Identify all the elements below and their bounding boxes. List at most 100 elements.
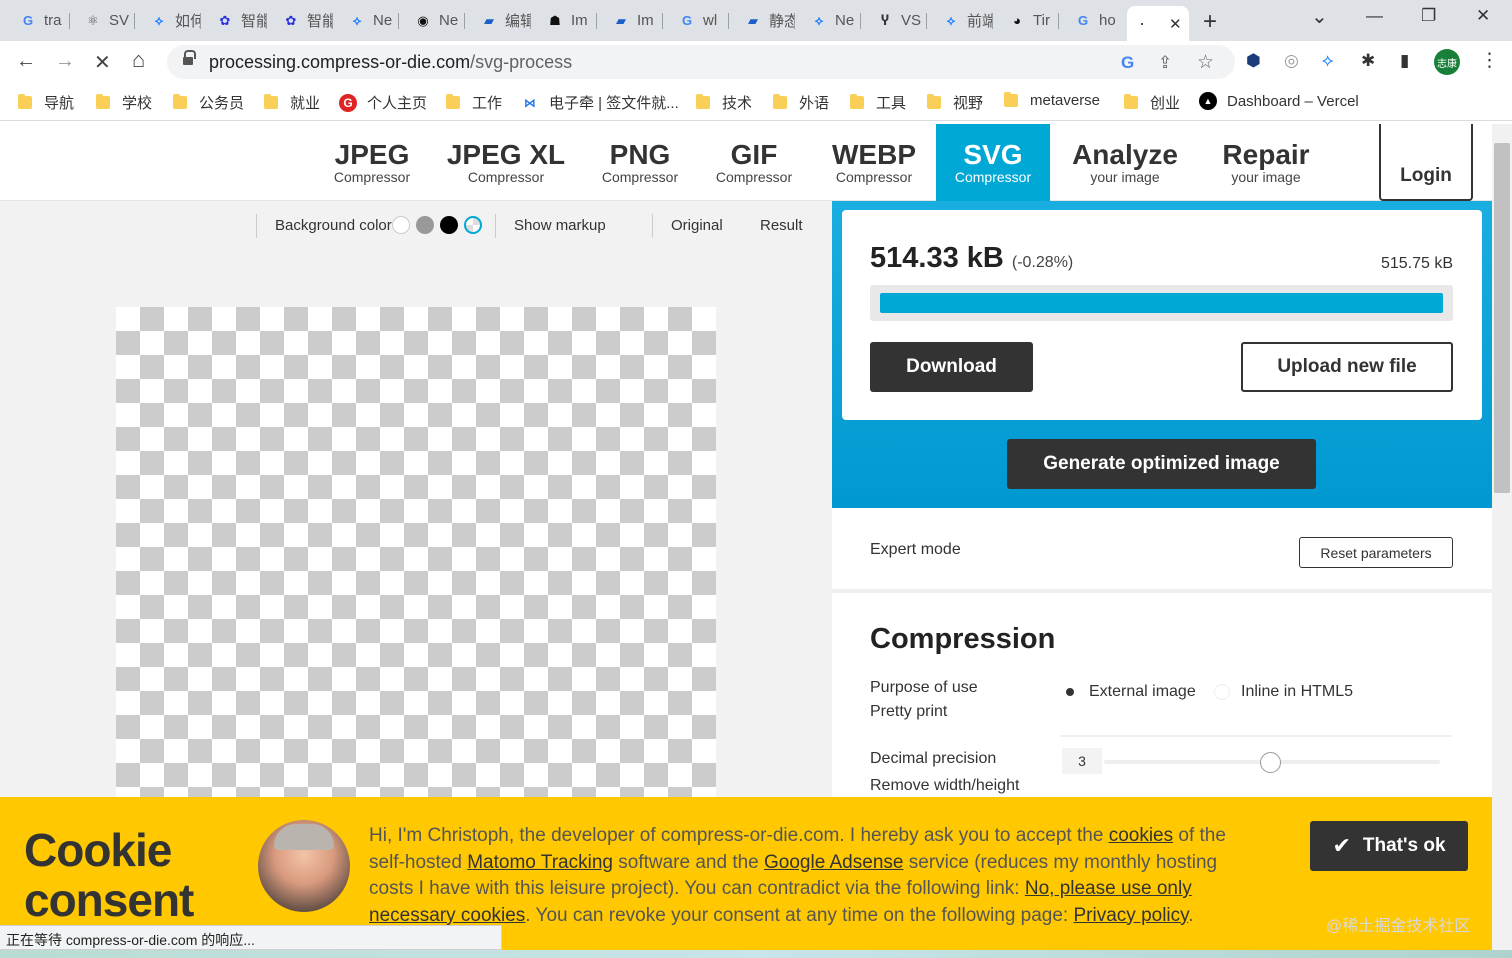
browser-tab[interactable]: ✿ 智能 — [203, 6, 267, 35]
nav-svg[interactable]: SVG Compressor — [936, 124, 1050, 201]
bookmark-folder[interactable]: 工具 — [850, 92, 906, 113]
back-button[interactable]: ← — [16, 50, 36, 73]
browser-tab[interactable]: ◕ Tir — [995, 6, 1059, 35]
bg-swatch-transparent[interactable] — [464, 216, 482, 234]
browser-tab[interactable]: ⟡ 前端 — [929, 6, 993, 35]
bg-swatch-gray[interactable] — [416, 216, 434, 234]
radio-unselected-icon — [1214, 684, 1230, 700]
share-icon[interactable]: ⇪ — [1158, 53, 1172, 73]
result-view-tab[interactable]: Result — [760, 217, 803, 234]
nav-jpeg[interactable]: JPEG Compressor — [322, 124, 422, 201]
browser-tab[interactable]: Gtra — [6, 6, 70, 35]
bookmark-folder[interactable]: 外语 — [773, 92, 829, 113]
bg-swatch-black[interactable] — [440, 216, 458, 234]
progress-fill — [880, 293, 1443, 313]
browser-menu-icon[interactable]: ⋮ — [1480, 49, 1499, 72]
google-translate-icon[interactable]: G — [1121, 53, 1134, 73]
cookies-link[interactable]: cookies — [1109, 825, 1173, 846]
reset-parameters-button[interactable]: Reset parameters — [1299, 537, 1453, 568]
nav-repair[interactable]: Repair your image — [1206, 124, 1326, 201]
address-bar[interactable]: processing.compress-or-die.com/svg-proce… — [167, 45, 1235, 79]
forward-button[interactable]: → — [55, 50, 75, 73]
download-button[interactable]: Download — [870, 342, 1033, 392]
nav-png[interactable]: PNG Compressor — [590, 124, 690, 201]
slider-thumb[interactable] — [1260, 752, 1281, 773]
upload-new-file-button[interactable]: Upload new file — [1241, 342, 1453, 392]
tab-search-icon[interactable]: ⌄ — [1311, 4, 1328, 29]
browser-tab[interactable]: ⚛ SV — [71, 6, 135, 35]
bookmark-label: 导航 — [44, 95, 75, 112]
stop-loading-button[interactable]: ✕ — [94, 50, 111, 75]
bookmark-folder[interactable]: 创业 — [1124, 92, 1180, 113]
nav-subtitle: Compressor — [601, 169, 679, 185]
scrollbar-thumb[interactable] — [1494, 143, 1510, 493]
atom-icon: ⚛ — [87, 12, 99, 28]
nav-title: WEBP — [832, 139, 916, 170]
bookmark-label: 个人主页 — [367, 95, 428, 112]
browser-tab[interactable]: Gwl — [665, 6, 729, 35]
extensions-puzzle-icon[interactable]: ✱ — [1361, 51, 1375, 71]
show-markup-toggle[interactable]: Show markup — [514, 217, 606, 234]
browser-tab[interactable]: ✿ 智能 — [269, 6, 333, 35]
bookmark-folder[interactable]: metaverse — [1004, 92, 1100, 109]
nav-webp[interactable]: WEBP Compressor — [822, 124, 926, 201]
tab-title: SV — [109, 12, 130, 29]
bookmark-link[interactable]: G 个人主页 — [339, 92, 427, 113]
browser-tab-active[interactable]: · ✕ — [1127, 6, 1189, 41]
doc-icon: ▰ — [748, 12, 758, 28]
nav-analyze[interactable]: Analyze your image — [1062, 124, 1188, 201]
profile-avatar[interactable]: 志康 — [1434, 49, 1460, 75]
juejin-extension-icon[interactable]: ⟡ — [1322, 51, 1333, 71]
generate-optimized-image-button[interactable]: Generate optimized image — [1007, 439, 1316, 489]
original-view-tab[interactable]: Original — [671, 217, 723, 234]
close-tab-icon[interactable]: ✕ — [1169, 15, 1182, 33]
browser-tab[interactable]: ⟡ Ne — [335, 6, 399, 35]
side-panel-icon[interactable]: ▮ — [1400, 51, 1409, 71]
bookmark-link[interactable]: ▲ Dashboard – Vercel — [1199, 92, 1359, 110]
url-path: /svg-process — [470, 52, 573, 72]
browser-tab[interactable]: Ⴤ VS — [863, 6, 927, 35]
bookmark-star-icon[interactable]: ☆ — [1197, 51, 1214, 74]
browser-tab[interactable]: Gho — [1061, 6, 1125, 35]
privacy-policy-link[interactable]: Privacy policy — [1074, 905, 1189, 926]
browser-tab[interactable]: ⟡ Ne — [797, 6, 861, 35]
browser-tab[interactable]: ⟡ 如何 — [137, 6, 201, 35]
nav-gif[interactable]: GIF Compressor — [704, 124, 804, 201]
nav-jpeg-xl[interactable]: JPEG XL Compressor — [440, 124, 572, 201]
bookmark-link[interactable]: ⋈ 电子牵 | 签文件就... — [521, 92, 679, 113]
bookmark-folder[interactable]: 公务员 — [173, 92, 244, 113]
browser-tab[interactable]: ▰ Im — [599, 6, 663, 35]
minimize-button[interactable]: — — [1366, 6, 1383, 26]
url-text[interactable]: processing.compress-or-die.com/svg-proce… — [209, 52, 572, 73]
new-tab-button[interactable]: + — [1203, 8, 1217, 36]
expert-mode-toggle[interactable]: Expert mode — [870, 541, 961, 559]
bookmark-folder[interactable]: 视野 — [927, 92, 983, 113]
extension-icon[interactable]: ◎ — [1284, 51, 1299, 71]
bookmark-folder[interactable]: 就业 — [264, 92, 320, 113]
bookmark-folder[interactable]: 工作 — [446, 92, 502, 113]
accept-cookies-button[interactable]: ✔ That's ok — [1310, 821, 1468, 871]
extension-icon[interactable]: ⬢ — [1246, 51, 1261, 71]
adsense-link[interactable]: Google Adsense — [764, 852, 903, 873]
bookmark-folder[interactable]: 学校 — [96, 92, 152, 113]
browser-tab[interactable]: ▰ 编辑 — [467, 6, 531, 35]
cookie-text: Hi, I'm Christoph, the developer of comp… — [369, 825, 1226, 926]
doc-icon: ▰ — [616, 12, 626, 28]
radio-external-image[interactable]: External image — [1062, 683, 1196, 701]
browser-tab[interactable]: ☗ Im — [533, 6, 597, 35]
maximize-button[interactable]: ❐ — [1421, 6, 1436, 26]
login-button[interactable]: Login — [1379, 124, 1473, 201]
bg-swatch-white[interactable] — [392, 216, 410, 234]
close-window-button[interactable]: ✕ — [1476, 6, 1490, 26]
decimal-precision-value[interactable]: 3 — [1062, 748, 1102, 774]
matomo-link[interactable]: Matomo Tracking — [467, 852, 613, 873]
bookmark-folder[interactable]: 导航 — [18, 92, 74, 113]
bookmark-folder[interactable]: 技术 — [696, 92, 752, 113]
radio-inline-html5[interactable]: Inline in HTML5 — [1214, 683, 1353, 701]
browser-tab[interactable]: ▰ 静态 — [731, 6, 795, 35]
home-button[interactable]: ⌂ — [132, 47, 145, 73]
image-preview[interactable] — [116, 307, 716, 797]
lock-icon[interactable] — [183, 50, 196, 67]
juejin-icon: ⟡ — [946, 12, 956, 28]
browser-tab[interactable]: ◉ Ne — [401, 6, 465, 35]
